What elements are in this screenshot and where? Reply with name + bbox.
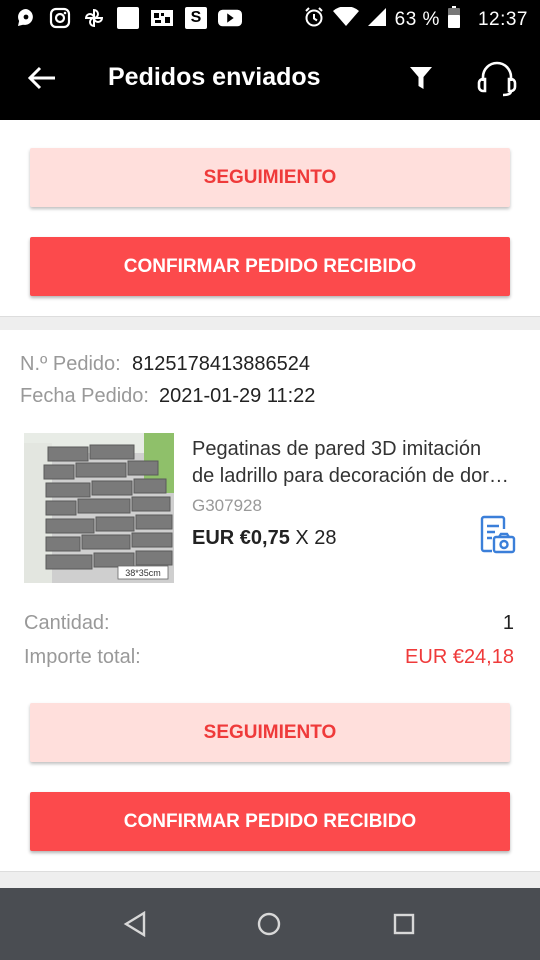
image-size-caption: 38*35cm <box>125 568 161 578</box>
filter-icon <box>410 67 432 89</box>
document-camera-icon <box>480 515 516 554</box>
qr-icon <box>150 6 174 30</box>
status-bar: S 63 % 12:37 <box>0 0 540 36</box>
app-square-icon <box>116 6 140 30</box>
chat-notification-icon <box>14 6 38 30</box>
clock: 12:37 <box>477 9 528 30</box>
card-divider <box>0 316 540 330</box>
order-date-label: Fecha Pedido: <box>20 385 149 407</box>
quantity-value: 1 <box>502 612 514 634</box>
pinwheel-icon <box>82 6 106 30</box>
confirm-received-button[interactable]: CONFIRMAR PEDIDO RECIBIDO <box>30 792 510 851</box>
battery-percent: 63 % <box>394 9 440 30</box>
app-bar: Pedidos enviados <box>0 36 540 120</box>
back-arrow-icon <box>27 66 55 90</box>
instagram-icon <box>48 6 72 30</box>
order-number: 8125178413886524 <box>132 353 310 375</box>
signal-icon <box>367 7 387 33</box>
card-divider-bottom <box>0 871 540 888</box>
total-label: Importe total: <box>24 646 141 668</box>
alarm-icon <box>303 6 325 34</box>
order-number-label: N.º Pedido: <box>20 353 121 375</box>
order-date: 2021-01-29 11:22 <box>159 385 316 407</box>
notification-icons: S <box>14 6 242 30</box>
nav-recents-button[interactable] <box>386 906 422 942</box>
headset-icon <box>477 61 517 97</box>
quantity-label: Cantidad: <box>24 612 110 634</box>
photo-receipt-button[interactable] <box>478 515 516 555</box>
back-button[interactable] <box>24 60 60 96</box>
circle-home-icon <box>257 912 281 936</box>
product-quantity-multiplier: X 28 <box>295 527 337 549</box>
total-amount: EUR €24,18 <box>405 646 514 668</box>
triangle-back-icon <box>123 911 146 937</box>
system-nav-bar <box>0 888 540 960</box>
tracking-button-previous[interactable]: SEGUIMIENTO <box>30 148 510 207</box>
product-title-line1: Pegatinas de pared 3D imitación <box>192 438 482 460</box>
battery-icon <box>447 6 460 34</box>
product-image[interactable]: 38*35cm <box>24 433 174 583</box>
product-title-line2: de ladrillo para decoración de dormitori… <box>192 465 518 487</box>
customer-service-button[interactable] <box>474 58 520 98</box>
nav-home-button[interactable] <box>251 906 287 942</box>
square-recents-icon <box>393 913 415 935</box>
tracking-button[interactable]: SEGUIMIENTO <box>30 703 510 762</box>
product-sku: G307928 <box>192 496 262 515</box>
product-price: EUR €0,75 <box>192 527 290 549</box>
youtube-icon <box>218 6 242 30</box>
page-title: Pedidos enviados <box>108 63 321 91</box>
wifi-icon <box>332 6 359 33</box>
system-status: 63 % 12:37 <box>303 6 528 34</box>
product-title[interactable]: Pegatinas de pared 3D imitación de ladri… <box>192 436 518 490</box>
product-price-row: EUR €0,75 X 28 <box>192 527 337 550</box>
brick-wall-image: 38*35cm <box>24 433 174 583</box>
filter-button[interactable] <box>404 60 438 96</box>
nav-back-button[interactable] <box>117 906 153 942</box>
s-app-icon: S <box>184 6 208 30</box>
confirm-received-button-previous[interactable]: CONFIRMAR PEDIDO RECIBIDO <box>30 237 510 296</box>
